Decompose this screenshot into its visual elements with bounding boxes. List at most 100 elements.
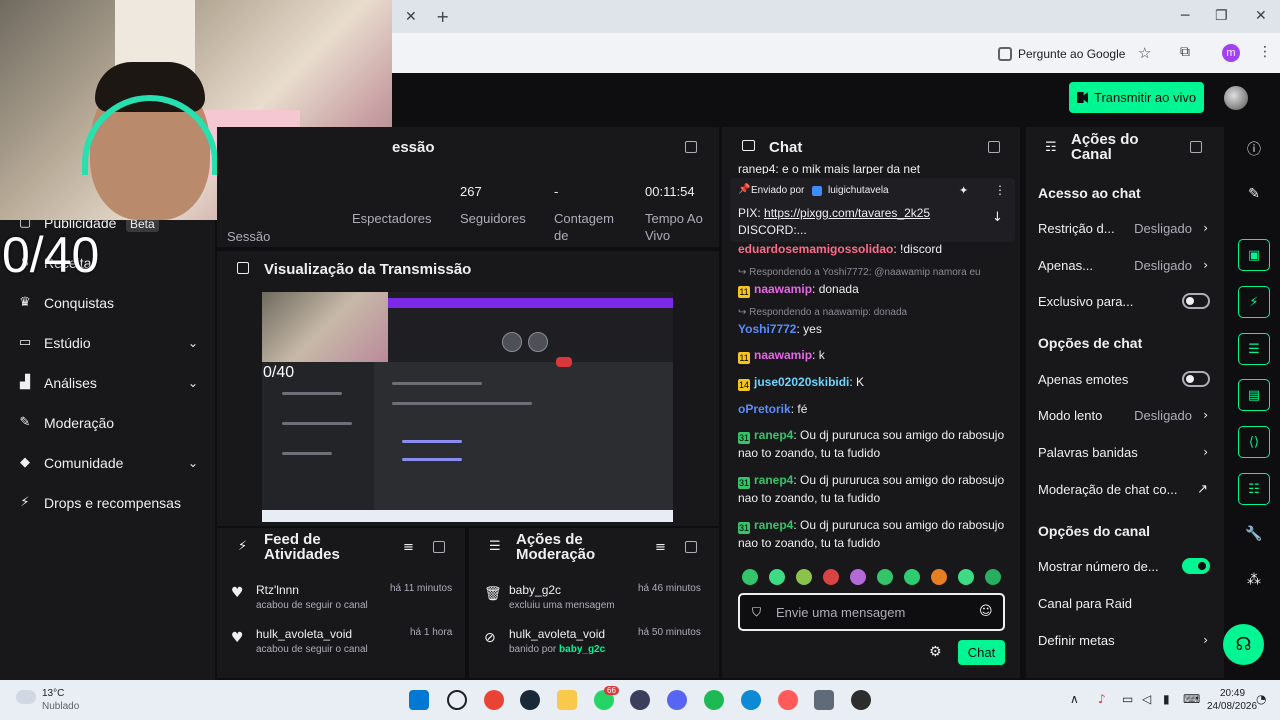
bookmark-star-icon[interactable]: ☆: [1138, 44, 1151, 62]
emote-icon[interactable]: [985, 569, 1001, 585]
activity-user[interactable]: Rtz'lnnn: [256, 583, 299, 597]
profile-avatar[interactable]: m: [1222, 44, 1240, 62]
network-icon[interactable]: ▭: [1122, 692, 1133, 706]
tab-close-icon[interactable]: ✕: [405, 9, 417, 25]
chat-send-button[interactable]: Chat: [958, 640, 1005, 665]
extensions-icon[interactable]: ⧉: [1180, 44, 1190, 60]
unpin-icon[interactable]: ✦: [959, 184, 968, 197]
chat-username[interactable]: ranep4: [754, 473, 793, 487]
chat-message-input[interactable]: ⛉ Envie uma mensagem ☺: [738, 593, 1005, 631]
quick-action-button[interactable]: ☷: [1238, 473, 1270, 505]
sidebar-item-analises[interactable]: ▟ Análises ⌄: [18, 372, 198, 394]
emote-picker-icon[interactable]: ☺: [979, 604, 993, 619]
sidebar-item-conquistas[interactable]: ♛ Conquistas: [18, 292, 198, 314]
filter-icon[interactable]: ≡: [655, 540, 666, 555]
go-live-button[interactable]: Transmitir ao vivo: [1069, 82, 1204, 113]
obs-icon[interactable]: [851, 690, 871, 710]
app-icon[interactable]: [778, 690, 798, 710]
action-row-raid[interactable]: Canal para Raid: [1038, 593, 1210, 613]
quick-action-button[interactable]: ⟨⟩: [1238, 426, 1270, 458]
expand-down-icon[interactable]: ↓: [992, 210, 1003, 225]
quick-action-button[interactable]: ▤: [1238, 379, 1270, 411]
popout-icon[interactable]: [685, 141, 697, 153]
emote-icon[interactable]: [931, 569, 947, 585]
notification-bell-icon[interactable]: ◔: [1256, 692, 1266, 706]
pinned-by-user[interactable]: luigichutavela: [828, 185, 889, 196]
sidebar-item-drops[interactable]: ⚡ Drops e recompensas: [18, 492, 198, 514]
clock-date[interactable]: 24/08/2026: [1207, 701, 1257, 712]
app-icon[interactable]: [814, 690, 834, 710]
minimize-button[interactable]: ─: [1181, 8, 1189, 24]
restore-button[interactable]: ❐: [1215, 8, 1228, 24]
keyboard-icon[interactable]: ⌨: [1183, 692, 1200, 706]
search-icon[interactable]: [447, 690, 467, 710]
chevron-up-icon[interactable]: ∧: [1070, 692, 1079, 706]
windows-start-icon[interactable]: [409, 690, 429, 710]
info-icon[interactable]: ⓘ: [1244, 139, 1264, 159]
steam-icon[interactable]: [520, 690, 540, 710]
wrench-icon[interactable]: 🔧: [1244, 526, 1264, 546]
quick-action-button[interactable]: ☰: [1238, 333, 1270, 365]
edge-icon[interactable]: [741, 690, 761, 710]
chat-username[interactable]: eduardosemamigossolidao: [738, 242, 893, 256]
emote-icon[interactable]: [850, 569, 866, 585]
chat-settings-gear-icon[interactable]: ⚙: [929, 644, 942, 660]
mod-action-user[interactable]: hulk_avoleta_void: [509, 627, 605, 641]
discord-icon[interactable]: [667, 690, 687, 710]
microphone-icon[interactable]: ♪: [1098, 692, 1106, 706]
spotify-icon[interactable]: [704, 690, 724, 710]
emote-icon[interactable]: [904, 569, 920, 585]
popout-icon[interactable]: [433, 541, 445, 553]
folder-icon[interactable]: [557, 690, 577, 710]
app-icon[interactable]: [630, 690, 650, 710]
sidebar-item-moderacao[interactable]: ✎ Moderação: [18, 412, 198, 434]
ask-google-button[interactable]: Pergunte ao Google: [998, 44, 1125, 64]
share-icon[interactable]: ⁂: [1244, 572, 1264, 592]
toggle-switch[interactable]: [1182, 293, 1210, 309]
emote-icon[interactable]: [958, 569, 974, 585]
toggle-switch[interactable]: [1182, 371, 1210, 387]
sidebar-item-comunidade[interactable]: ◆ Comunidade ⌄: [18, 452, 198, 474]
emote-icon[interactable]: [796, 569, 812, 585]
action-row-palavras[interactable]: Palavras banidas ›: [1038, 442, 1210, 462]
more-options-icon[interactable]: ⋮: [994, 183, 1006, 197]
user-avatar[interactable]: [1224, 86, 1248, 110]
chat-username[interactable]: naawamip: [754, 348, 812, 362]
action-row-metas[interactable]: Definir metas ›: [1038, 630, 1210, 650]
chat-username[interactable]: Yoshi7772: [738, 322, 796, 336]
window-close-button[interactable]: ✕: [1255, 8, 1267, 24]
sidebar-item-estudio[interactable]: ▭ Estúdio ⌄: [18, 332, 198, 354]
filter-icon[interactable]: ≡: [403, 540, 414, 555]
chat-username[interactable]: oPretorik: [738, 402, 791, 416]
popout-icon[interactable]: [1190, 141, 1202, 153]
action-row-restricao[interactable]: Restrição d... Desligado ›: [1038, 218, 1210, 238]
emote-icon[interactable]: [742, 569, 758, 585]
quick-action-button[interactable]: ▣: [1238, 239, 1270, 271]
quick-action-button[interactable]: ⚡: [1238, 286, 1270, 318]
new-tab-button[interactable]: +: [436, 7, 449, 26]
emote-icon[interactable]: [877, 569, 893, 585]
volume-icon[interactable]: ◁: [1142, 692, 1151, 706]
chrome-icon[interactable]: [484, 690, 504, 710]
ban-by-user[interactable]: baby_g2c: [559, 644, 605, 655]
action-row-modo-lento[interactable]: Modo lento Desligado ›: [1038, 405, 1210, 425]
activity-user[interactable]: hulk_avoleta_void: [256, 627, 352, 641]
clock-time[interactable]: 20:49: [1220, 688, 1245, 699]
browser-menu-icon[interactable]: ⋮: [1258, 44, 1272, 60]
help-headset-button[interactable]: ☊: [1223, 624, 1264, 665]
chat-username[interactable]: juse02020skibidi: [754, 375, 849, 389]
action-row-apenas[interactable]: Apenas... Desligado ›: [1038, 255, 1210, 275]
battery-icon[interactable]: ▮: [1163, 692, 1170, 706]
pix-link[interactable]: https://pixgg.com/tavares_2k25: [764, 206, 930, 220]
emote-icon[interactable]: [823, 569, 839, 585]
chat-username[interactable]: ranep4: [754, 518, 793, 532]
action-row-moderacao-chat[interactable]: Moderação de chat co... ↗: [1038, 479, 1210, 499]
popout-icon[interactable]: [988, 141, 1000, 153]
popout-icon[interactable]: [685, 541, 697, 553]
mod-action-user[interactable]: baby_g2c: [509, 583, 561, 597]
stream-preview-video[interactable]: [262, 292, 673, 522]
emote-icon[interactable]: [769, 569, 785, 585]
edit-pencil-icon[interactable]: ✎: [1244, 186, 1264, 206]
chat-username[interactable]: naawamip: [754, 282, 812, 296]
chat-username[interactable]: ranep4: [754, 428, 793, 442]
